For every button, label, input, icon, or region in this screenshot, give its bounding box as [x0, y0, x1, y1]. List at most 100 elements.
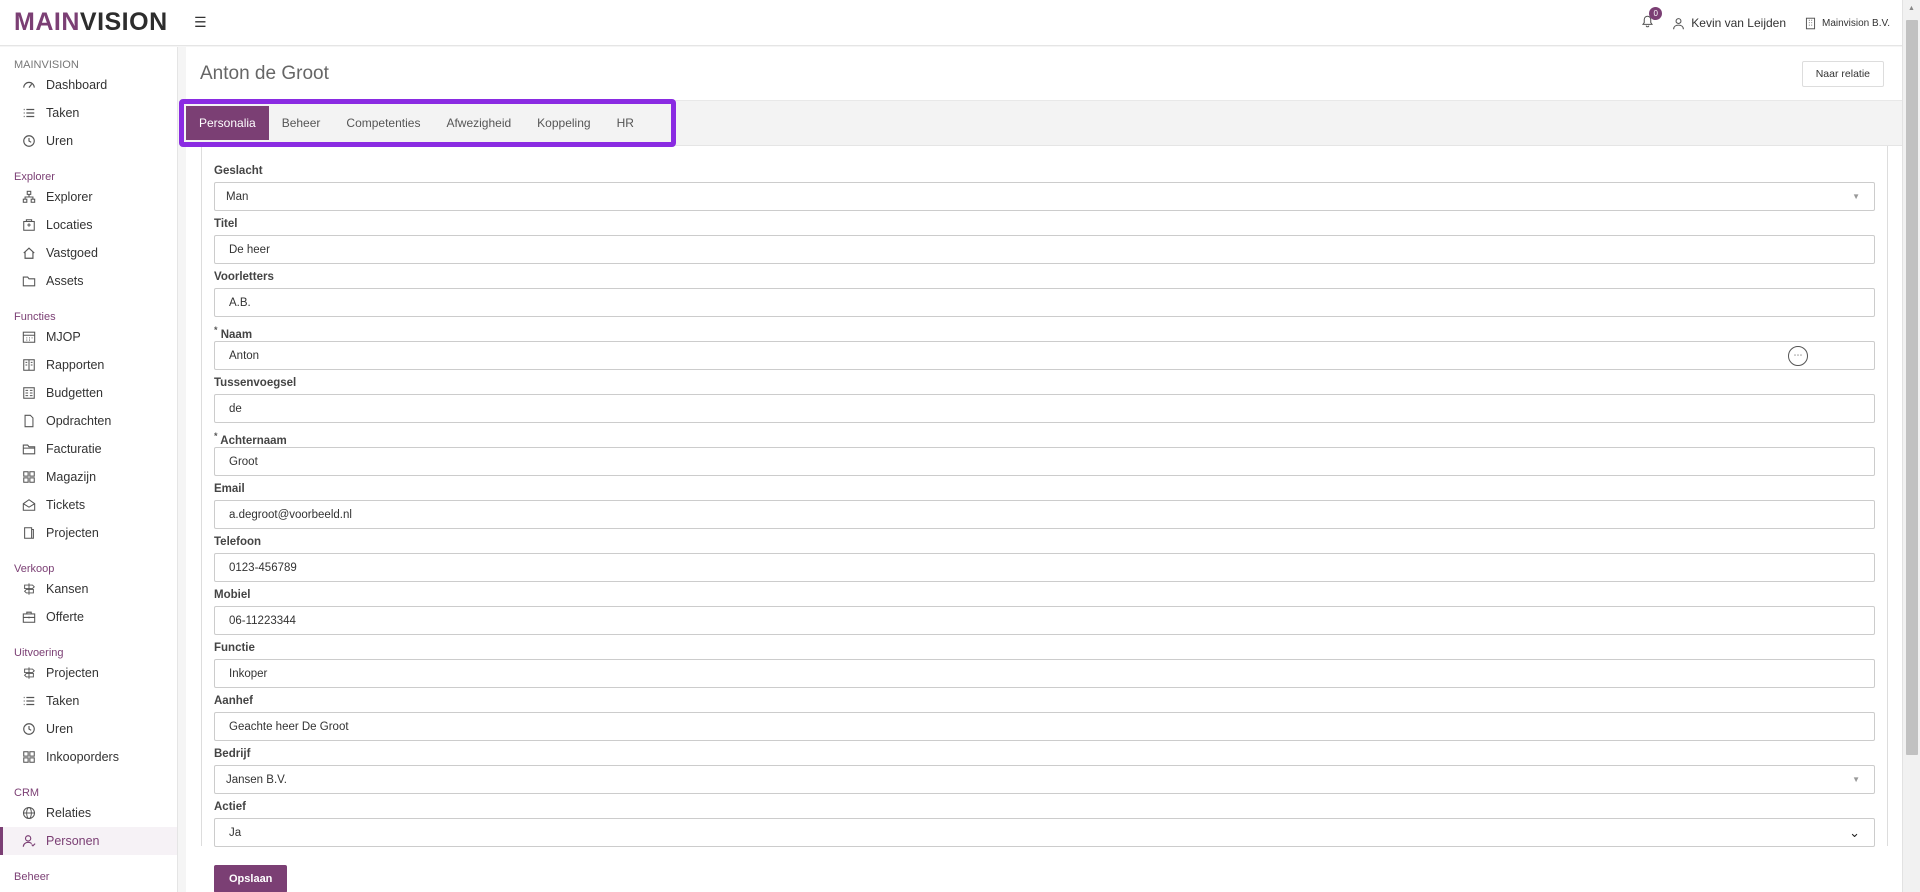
- page-scrollbar[interactable]: ▲: [1902, 0, 1920, 892]
- sidebar-item-projecten[interactable]: Projecten: [0, 659, 177, 687]
- field-aanhef: Aanhef Geachte heer De Groot: [214, 692, 1875, 741]
- sidebar-item-projecten[interactable]: Projecten: [0, 519, 177, 547]
- sidebar-item-label: Inkooporders: [46, 750, 119, 764]
- email-label: Email: [214, 483, 245, 495]
- user-menu[interactable]: Kevin van Leijden: [1672, 16, 1786, 30]
- title-bar: Anton de Groot Naar relatie: [186, 47, 1902, 101]
- building-icon: [1805, 17, 1816, 29]
- scroll-up-arrow-icon[interactable]: ▲: [1903, 0, 1920, 17]
- geslacht-value: Man: [226, 190, 249, 203]
- telefoon-input[interactable]: 0123-456789: [214, 553, 1875, 582]
- sidebar-item-locaties[interactable]: Locaties: [0, 211, 177, 239]
- achternaam-input[interactable]: Groot: [214, 447, 1875, 476]
- sidebar-item-inkooporders[interactable]: Inkooporders: [0, 743, 177, 771]
- organization-menu[interactable]: Mainvision B.V.: [1804, 17, 1890, 30]
- aanhef-input[interactable]: Geachte heer De Groot: [214, 712, 1875, 741]
- person-form: Geslacht Man ▼ Titel De heer Voorletters …: [201, 146, 1888, 892]
- titel-input[interactable]: De heer: [214, 235, 1875, 264]
- sidebar-item-budgetten[interactable]: Budgetten: [0, 379, 177, 407]
- tab-hr[interactable]: HR: [604, 106, 647, 140]
- geslacht-select[interactable]: Man ▼: [214, 182, 1875, 211]
- sidebar-item-mjop[interactable]: MJOP: [0, 323, 177, 351]
- folder-icon: [22, 274, 36, 288]
- book-icon: [22, 526, 36, 540]
- bedrijf-select[interactable]: Jansen B.V. ▼: [214, 765, 1875, 794]
- sidebar-section-title: Uitvoering: [14, 647, 64, 659]
- tab-beheer[interactable]: Beheer: [269, 106, 334, 140]
- password-manager-icon[interactable]: ⋯: [1788, 345, 1808, 366]
- email-input[interactable]: a.degroot@voorbeeld.nl: [214, 500, 1875, 529]
- envelope-open-icon: [22, 498, 36, 512]
- titel-label: Titel: [214, 218, 238, 230]
- bedrijf-value: Jansen B.V.: [226, 773, 287, 786]
- tussenvoegsel-input[interactable]: de: [214, 394, 1875, 423]
- mobiel-value: 06-11223344: [229, 614, 296, 627]
- list-icon: [22, 694, 36, 708]
- sidebar-item-taken[interactable]: Taken: [0, 99, 177, 127]
- sidebar-item-label: Taken: [46, 106, 80, 120]
- tab-afwezigheid[interactable]: Afwezigheid: [433, 106, 524, 140]
- sidebar-item-taken[interactable]: Taken: [0, 687, 177, 715]
- clock-icon: [22, 722, 36, 736]
- sidebar-item-label: Taken: [46, 694, 80, 708]
- tab-koppeling[interactable]: Koppeling: [524, 106, 603, 140]
- field-mobiel: Mobiel 06-11223344: [214, 586, 1875, 635]
- field-voorletters: Voorletters A.B.: [214, 268, 1875, 317]
- field-bedrijf: Bedrijf Jansen B.V. ▼: [214, 745, 1875, 794]
- sidebar-item-kansen[interactable]: Kansen: [0, 575, 177, 603]
- naam-label-text: Naam: [220, 328, 253, 341]
- sidebar-item-facturatie[interactable]: Facturatie: [0, 435, 177, 463]
- scrollbar-thumb[interactable]: [1906, 20, 1918, 755]
- sidebar-item-label: Vastgoed: [46, 246, 98, 260]
- voorletters-input[interactable]: A.B.: [214, 288, 1875, 317]
- org-name: Mainvision B.V.: [1822, 17, 1890, 29]
- sidebar-item-vastgoed[interactable]: Vastgoed: [0, 239, 177, 267]
- field-naam: * Naam Anton ⋯: [214, 321, 1875, 370]
- notifications-button[interactable]: 0: [1641, 7, 1663, 31]
- sidebar-item-label: Personen: [46, 834, 100, 848]
- caret-down-icon: ▼: [1852, 775, 1860, 784]
- sidebar-item-rapporten[interactable]: Rapporten: [0, 351, 177, 379]
- budget-icon: [22, 386, 36, 400]
- sidebar-item-tickets[interactable]: Tickets: [0, 491, 177, 519]
- email-value: a.degroot@voorbeeld.nl: [229, 508, 352, 521]
- sidebar-item-opdrachten[interactable]: Opdrachten: [0, 407, 177, 435]
- required-mark: *: [214, 325, 218, 335]
- signpost-icon: [22, 582, 36, 596]
- sidebar-item-uren[interactable]: Uren: [0, 715, 177, 743]
- sidebar-item-offerte[interactable]: Offerte: [0, 603, 177, 631]
- actief-select[interactable]: Ja ⌄: [214, 818, 1875, 847]
- sidebar-item-relaties[interactable]: Relaties: [0, 799, 177, 827]
- to-relation-button[interactable]: Naar relatie: [1801, 60, 1884, 87]
- achternaam-value: Groot: [229, 455, 258, 468]
- globe-icon: [22, 806, 36, 820]
- sidebar-item-uren[interactable]: Uren: [0, 127, 177, 155]
- field-actief: Actief Ja ⌄: [214, 798, 1875, 847]
- sidebar-item-assets[interactable]: Assets: [0, 267, 177, 295]
- logo[interactable]: MAINVISION: [0, 8, 180, 37]
- notification-badge: 0: [1649, 7, 1663, 20]
- achternaam-label-text: Achternaam: [220, 434, 287, 447]
- top-right-area: 0 Kevin van Leijden Mainvision B.V.: [1641, 0, 1890, 46]
- sidebar-item-personen[interactable]: Personen: [0, 827, 177, 855]
- save-button[interactable]: Opslaan: [214, 865, 288, 892]
- sidebar-item-label: Uren: [46, 722, 74, 736]
- mobiel-input[interactable]: 06-11223344: [214, 606, 1875, 635]
- tab-personalia[interactable]: Personalia: [186, 106, 269, 140]
- dashboard-icon: [22, 78, 36, 92]
- naam-label: * Naam: [214, 321, 1875, 341]
- user-icon: [1673, 17, 1685, 29]
- sidebar-section-title: Explorer: [14, 171, 55, 183]
- functie-input[interactable]: Inkoper: [214, 659, 1875, 688]
- tab-competenties[interactable]: Competenties: [333, 106, 433, 140]
- sidebar-item-label: Dashboard: [46, 78, 108, 92]
- sidebar-item-explorer[interactable]: Explorer: [0, 183, 177, 211]
- building-icon: [22, 218, 36, 232]
- sidebar-item-dashboard[interactable]: Dashboard: [0, 71, 177, 99]
- sidebar-item-magazijn[interactable]: Magazijn: [0, 463, 177, 491]
- field-telefoon: Telefoon 0123-456789: [214, 533, 1875, 582]
- naam-input[interactable]: Anton ⋯: [214, 341, 1875, 370]
- sidebar-item-label: Rapporten: [46, 358, 105, 372]
- home-icon: [22, 246, 36, 260]
- menu-toggle-icon[interactable]: ☰: [194, 14, 207, 31]
